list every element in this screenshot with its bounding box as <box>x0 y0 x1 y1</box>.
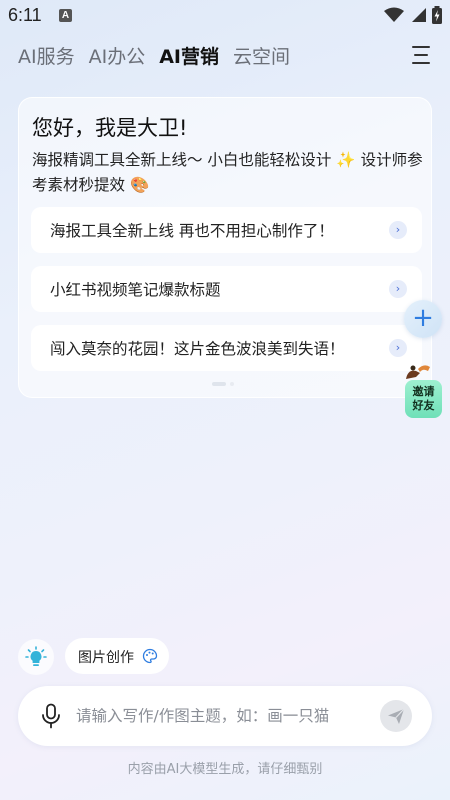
lightbulb-button[interactable] <box>18 639 54 675</box>
intro-text: 海报精调工具全新上线～ 小白也能轻松设计 ✨ 设计师参考素材秒提效 🎨 <box>32 148 424 198</box>
invite-friends-button[interactable]: 邀请 好友 <box>405 380 442 418</box>
suggestion-text: 小红书视频笔记爆款标题 <box>50 281 221 299</box>
chevron-right-icon: › <box>389 280 407 298</box>
status-time: 6:11 <box>8 5 42 25</box>
status-bar: 6:11 A <box>0 0 450 32</box>
invite-decoration-icon <box>406 365 430 379</box>
greeting-card: 您好，我是大卫! 海报精调工具全新上线～ 小白也能轻松设计 ✨ 设计师参考素材秒… <box>18 97 432 398</box>
status-icons <box>384 6 442 24</box>
notification-icon: A <box>59 9 72 22</box>
suggestion-item[interactable]: 闯入莫奈的花园！这片金色波浪美到失语！ › <box>31 325 422 371</box>
chip-label: 图片创作 <box>78 650 134 666</box>
ai-disclaimer: 内容由AI大模型生成，请仔细甄别 <box>127 762 323 777</box>
invite-label-line2: 好友 <box>412 399 435 412</box>
wifi-icon <box>384 7 404 22</box>
sparkle-icon: ✨ <box>336 151 356 169</box>
palette-icon: 🎨 <box>129 176 150 194</box>
palette-icon <box>142 648 158 664</box>
tab-ai-marketing[interactable]: AI营销 <box>159 42 219 69</box>
suggestion-text: 闯入莫奈的花园！这片金色波浪美到失语！ <box>50 340 345 358</box>
suggestion-item[interactable]: 海报工具全新上线 再也不用担心制作了！ › <box>31 207 422 253</box>
chevron-right-icon: › <box>389 221 407 239</box>
intro-text-part1: 海报精调工具全新上线～ 小白也能轻松设计 <box>32 151 332 169</box>
top-tabs: AI服务 AI办公 AI营销 云空间 <box>18 42 290 69</box>
image-creation-chip[interactable]: 图片创作 <box>65 638 169 674</box>
suggestion-text: 海报工具全新上线 再也不用担心制作了！ <box>50 222 334 240</box>
lightbulb-icon <box>25 646 47 666</box>
hamburger-menu-icon[interactable] <box>410 45 432 65</box>
tab-ai-office[interactable]: AI办公 <box>89 42 146 69</box>
chevron-right-icon: › <box>389 339 407 357</box>
battery-charging-icon <box>432 6 442 24</box>
chat-input-bar <box>18 686 432 746</box>
page-dot <box>230 382 234 386</box>
add-button[interactable]: + <box>404 300 442 338</box>
page-indicator <box>212 382 234 386</box>
page-dot-active <box>212 382 226 386</box>
prompt-input[interactable] <box>76 703 376 729</box>
invite-label-line1: 邀请 <box>412 385 435 398</box>
microphone-icon[interactable] <box>40 703 62 729</box>
signal-icon <box>412 8 426 22</box>
tab-cloud-space[interactable]: 云空间 <box>233 42 290 69</box>
suggestion-item[interactable]: 小红书视频笔记爆款标题 › <box>31 266 422 312</box>
send-button[interactable] <box>380 700 412 732</box>
greeting-title: 您好，我是大卫! <box>32 116 188 140</box>
send-icon <box>388 708 405 724</box>
tab-ai-service[interactable]: AI服务 <box>18 42 75 69</box>
